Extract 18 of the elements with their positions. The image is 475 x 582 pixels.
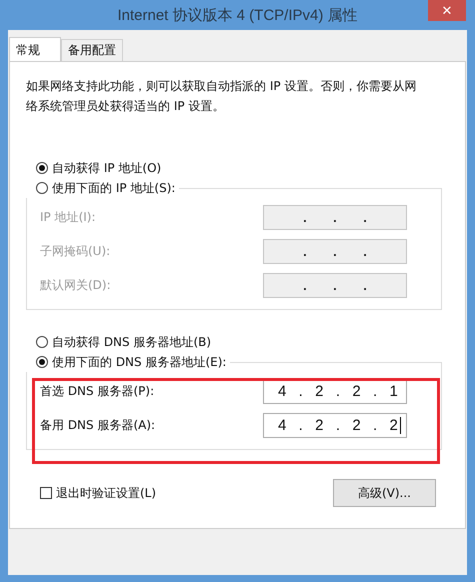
radio-button[interactable] xyxy=(36,162,48,174)
checkbox-label: 退出时验证设置(L) xyxy=(56,484,156,502)
field-label: 首选 DNS 服务器(P): xyxy=(40,382,154,400)
radio-button[interactable] xyxy=(36,356,48,368)
radio-button[interactable] xyxy=(36,182,48,194)
tab[interactable]: 常规 xyxy=(9,37,61,62)
field-label: 备用 DNS 服务器(A): xyxy=(40,416,156,434)
field-label: 子网掩码(U): xyxy=(40,242,110,260)
field-label: 默认网关(D): xyxy=(40,276,111,294)
advanced-button[interactable]: 高级(V)... xyxy=(333,479,436,507)
description-text: 如果网络支持此功能，则可以获取自动指派的 IP 设置。否则，你需要从网络系统管理员处获得适当的 IP 设置。 xyxy=(26,78,418,115)
radio-button[interactable] xyxy=(36,336,48,348)
tab[interactable]: 备用配置 xyxy=(61,39,123,61)
window-title: Internet 协议版本 4 (TCP/IPv4) 属性 xyxy=(117,6,358,24)
ip-address-field[interactable]: 4 . 2 . 2 . 2 xyxy=(263,412,407,438)
field-label: IP 地址(I): xyxy=(40,208,96,226)
checkbox[interactable] xyxy=(40,487,52,499)
close-button[interactable]: ✕ xyxy=(428,0,466,21)
